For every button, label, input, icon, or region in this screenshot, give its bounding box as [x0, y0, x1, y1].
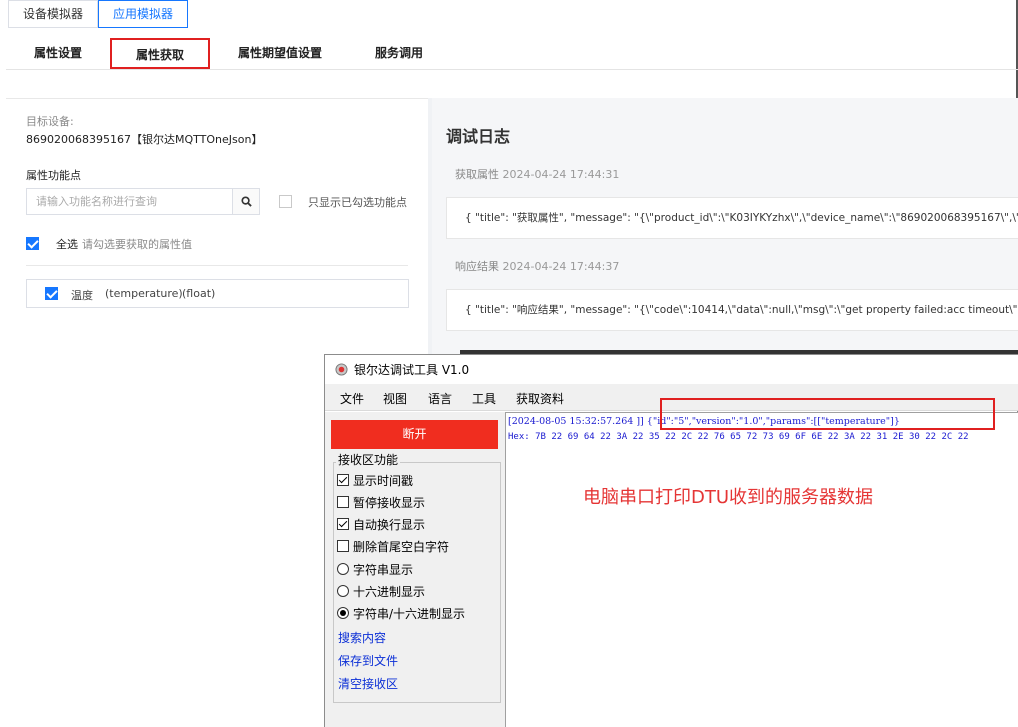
debug-log-title: 调试日志 — [446, 127, 511, 146]
checkbox[interactable] — [337, 540, 349, 552]
property-type: (float) — [182, 287, 216, 300]
select-all-checkbox[interactable] — [26, 237, 39, 250]
log-entry-header: 获取属性 2024-04-24 17:44:31 — [455, 166, 619, 182]
feature-point-label: 属性功能点 — [26, 169, 81, 182]
property-checkbox[interactable] — [45, 287, 58, 300]
property-identifier: (temperature) — [105, 287, 183, 300]
log-entry-content: { "title": "获取属性", "message": "{\"produc… — [446, 197, 1018, 239]
log-entry-header: 响应结果 2024-04-24 17:44:37 — [455, 258, 619, 274]
tab-property-set[interactable]: 属性设置 — [6, 38, 110, 69]
menu-tools[interactable]: 工具 — [472, 390, 496, 407]
tab-service-call[interactable]: 服务调用 — [362, 38, 436, 69]
only-checked-label: 只显示已勾选功能点 — [308, 196, 407, 209]
receive-timestamp: [2024-08-05 15:32:57.264 ]] — [508, 416, 647, 427]
tab-property-get[interactable]: 属性获取 — [110, 38, 210, 69]
log-entry-content: { "title": "响应结果", "message": "{\"code\"… — [446, 289, 1018, 331]
property-item-temperature[interactable]: 温度 (temperature) (float) — [26, 279, 409, 308]
tab-app-simulator[interactable]: 应用模拟器 — [98, 0, 189, 28]
log-entry-kind: 获取属性 — [455, 168, 499, 181]
target-device-label: 目标设备: — [26, 115, 74, 128]
checkbox[interactable] — [337, 496, 349, 508]
tab-device-simulator[interactable]: 设备模拟器 — [8, 0, 99, 28]
log-entry-kind: 响应结果 — [455, 260, 499, 273]
save-to-file-link[interactable]: 保存到文件 — [338, 652, 398, 669]
search-icon — [240, 196, 252, 207]
highlight-box — [660, 398, 995, 430]
tool-side-panel: 断开 接收区功能 显示时间戳 暂停接收显示 自动换行显示 删除首尾空白字符 字符… — [325, 412, 505, 727]
tab-property-desired-set[interactable]: 属性期望值设置 — [224, 38, 336, 69]
radio[interactable] — [337, 563, 349, 575]
simulator-tabs: 设备模拟器 应用模拟器 — [8, 0, 189, 28]
receive-line-hex: Hex: 7B 22 69 64 22 3A 22 35 22 2C 22 76… — [508, 432, 969, 442]
serial-debug-tool-window: 银尔达调试工具 V1.0 文件 视图 语言 工具 获取资料 断开 接收区功能 显… — [324, 354, 1018, 727]
only-checked-checkbox[interactable] — [279, 195, 292, 208]
annotation-text: 电脑串口打印DTU收到的服务器数据 — [583, 487, 874, 508]
app-logo-icon — [335, 363, 348, 376]
debug-log-panel: 调试日志 获取属性 2024-04-24 17:44:31 { "title":… — [432, 98, 1018, 354]
search-button[interactable] — [232, 188, 260, 215]
select-all-hint: 请勾选要获取的属性值 — [82, 238, 192, 251]
target-device-value: 869020068395167【银尔达MQTTOneJson】 — [26, 133, 263, 146]
option-label: 十六进制显示 — [353, 585, 426, 599]
feature-search-input[interactable]: 请输入功能名称进行查询 — [26, 188, 232, 215]
disconnect-button[interactable]: 断开 — [331, 420, 498, 449]
radio[interactable] — [337, 607, 349, 619]
option-label: 显示时间戳 — [353, 474, 414, 488]
option-label: 字符串显示 — [353, 563, 414, 577]
divider — [26, 265, 408, 266]
option-label: 暂停接收显示 — [353, 496, 426, 510]
log-entry-time: 2024-04-24 17:44:37 — [502, 260, 620, 273]
receive-options-label: 接收区功能 — [336, 451, 401, 468]
search-content-link[interactable]: 搜索内容 — [338, 629, 386, 646]
tool-title-bar: 银尔达调试工具 V1.0 — [325, 355, 1018, 384]
radio[interactable] — [337, 585, 349, 597]
tool-title: 银尔达调试工具 V1.0 — [354, 363, 470, 377]
checkbox[interactable] — [337, 474, 349, 486]
menu-file[interactable]: 文件 — [340, 390, 364, 407]
option-label: 删除首尾空白字符 — [353, 540, 450, 554]
property-name: 温度 — [71, 289, 93, 302]
property-sub-tabs: 属性设置 属性获取 属性期望值设置 服务调用 — [6, 38, 1018, 70]
select-all-label: 全选 — [56, 238, 78, 251]
menu-language[interactable]: 语言 — [428, 390, 452, 407]
menu-get-resources[interactable]: 获取资料 — [516, 390, 564, 407]
log-entry-time: 2024-04-24 17:44:31 — [502, 168, 620, 181]
option-label: 自动换行显示 — [353, 518, 426, 532]
option-label: 字符串/十六进制显示 — [353, 607, 466, 621]
receive-area[interactable]: [2024-08-05 15:32:57.264 ]] {"id":"5","v… — [505, 398, 1018, 727]
menu-view[interactable]: 视图 — [383, 390, 407, 407]
clear-receive-link[interactable]: 清空接收区 — [338, 675, 398, 692]
checkbox[interactable] — [337, 518, 349, 530]
